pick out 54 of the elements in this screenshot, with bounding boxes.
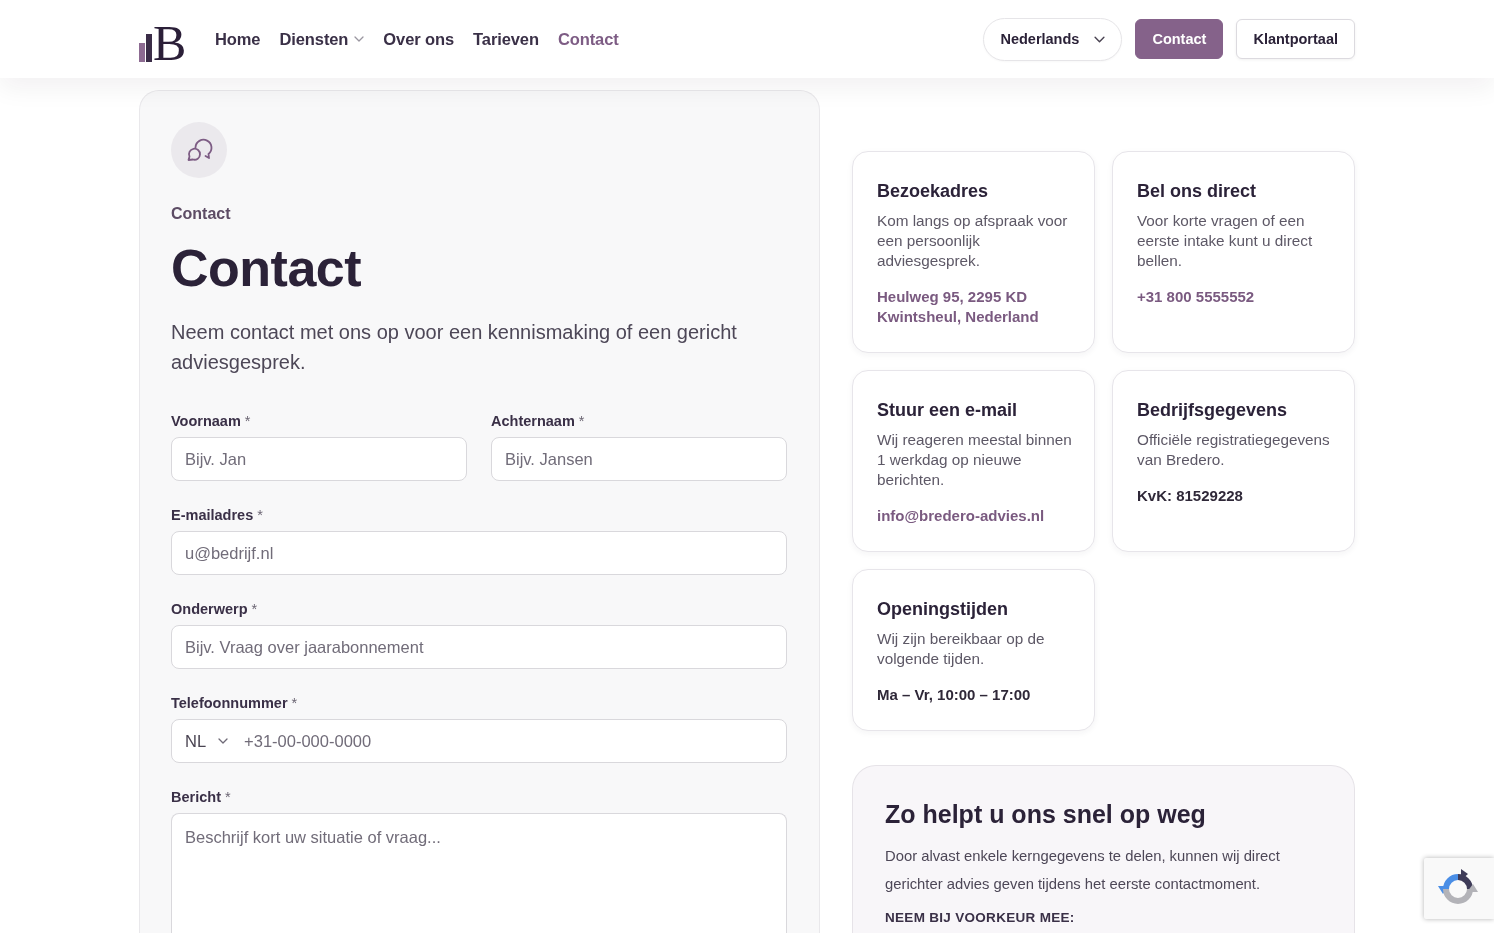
nav-link[interactable]: Home	[215, 29, 261, 49]
input-field[interactable]: Bijv. Jansen	[491, 437, 787, 481]
card-title: Bedrijfsgegevens	[1137, 399, 1288, 422]
field-label: Bericht	[171, 788, 221, 807]
portal-button[interactable]: Klantportaal	[1236, 19, 1355, 59]
card-description: Wij zijn bereikbaar op de volgende tijden.	[877, 629, 1046, 669]
field-label: Achternaam	[491, 412, 575, 431]
required-asterisk: *	[291, 694, 298, 713]
chevron-down-icon	[218, 738, 229, 744]
panel-title: Zo helpt u ons snel op weg	[885, 799, 1206, 830]
field-label: Telefoonnummer	[171, 694, 288, 713]
card-description: Wij reageren meestal binnen 1 werkdag op nieuwe berichten.	[877, 430, 1072, 490]
brand-logo[interactable]: B	[139, 14, 189, 64]
card-detail: KvK: 81529228	[1137, 486, 1244, 506]
contact-link[interactable]: +31 800 5555552	[1137, 287, 1332, 307]
required-asterisk: *	[578, 412, 585, 431]
card-description: Voor korte vragen of een eerste intake kunt u direct bellen.	[1137, 211, 1314, 271]
phone-input[interactable]: +31-00-000-0000	[244, 721, 786, 761]
card-title: Bel ons direct	[1137, 180, 1257, 203]
input-field[interactable]: Bijv. Vraag over jaarabonnement	[171, 625, 787, 669]
page-title: Contact	[171, 238, 363, 298]
required-asterisk: *	[251, 600, 258, 619]
message-textarea[interactable]: Beschrijf kort uw situatie of vraag...	[171, 813, 787, 933]
input-field[interactable]: u@bedrijf.nl	[171, 531, 787, 575]
panel-text: Door alvast enkele kerngegevens te delen, kunnen wij direct gerichter advies geven tijdens het eerste contactmoment.	[885, 847, 1281, 894]
field-label: Onderwerp	[171, 600, 248, 619]
card-title: Openingstijden	[877, 598, 1008, 621]
input-field[interactable]: Bijv. Jan	[171, 437, 467, 481]
card-title: Stuur een e-mail	[877, 399, 1018, 422]
nav-link[interactable]: Contact	[557, 29, 619, 49]
field-label: E-mailadres	[171, 506, 254, 525]
chevron-down-icon	[1094, 35, 1106, 43]
required-asterisk: *	[244, 412, 251, 431]
country-select[interactable]: NL	[185, 731, 229, 751]
card-detail: Ma – Vr, 10:00 – 17:00	[877, 685, 1032, 705]
intro-text: Neem contact met ons op voor een kennismaking of een gericht adviesgesprek.	[171, 320, 738, 375]
contact-link[interactable]: info@bredero-advies.nl	[877, 506, 1072, 526]
language-select[interactable]: Nederlands	[983, 17, 1123, 61]
nav-link[interactable]: Tarieven	[473, 29, 539, 49]
eyebrow-label: Contact	[171, 204, 231, 224]
required-asterisk: *	[224, 788, 231, 807]
field-label: Voornaam	[171, 412, 241, 431]
card-title: Bezoekadres	[877, 180, 989, 203]
contact-button[interactable]: Contact	[1135, 19, 1224, 59]
nav-link[interactable]: Diensten	[279, 29, 365, 49]
required-asterisk: *	[257, 506, 263, 525]
chevron-down-icon	[354, 36, 365, 42]
card-description: Officiële registratiegegevens van Bredero.	[1137, 430, 1331, 470]
chat-bubbles-icon	[171, 122, 227, 178]
list-heading: NEEM BIJ VOORKEUR MEE:	[885, 910, 1075, 926]
card-description: Kom langs op afspraak voor een persoonlijk adviesgesprek.	[877, 211, 1069, 271]
contact-link[interactable]: Heulweg 95, 2295 KD Kwintsheul, Nederland	[877, 287, 1072, 327]
phone-field[interactable]: NL +31-00-000-0000	[171, 719, 787, 763]
nav-link[interactable]: Over ons	[383, 29, 455, 49]
